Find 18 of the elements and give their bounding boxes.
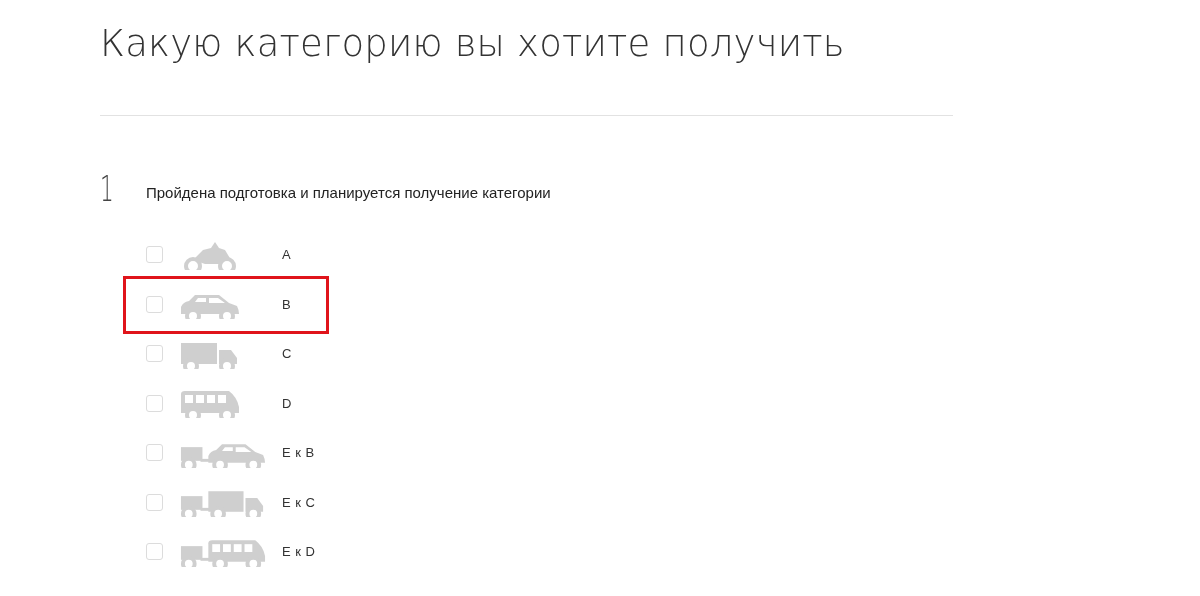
category-label: B xyxy=(282,296,292,312)
question-number: 1 xyxy=(100,167,115,209)
checkbox[interactable] xyxy=(146,295,163,313)
checkbox[interactable] xyxy=(146,543,163,561)
category-label: E к D xyxy=(282,544,316,560)
checkbox[interactable] xyxy=(146,493,163,511)
question-text: Пройдена подготовка и планируется получение категории xyxy=(146,183,551,201)
checkbox[interactable] xyxy=(146,444,163,462)
category-label: E к C xyxy=(282,494,316,510)
category-label: E к B xyxy=(282,445,315,461)
checkbox[interactable] xyxy=(146,394,163,412)
checkbox[interactable] xyxy=(146,345,163,363)
bus-icon xyxy=(179,388,241,419)
category-label: A xyxy=(282,247,292,263)
page-title: Какую категорию вы хотите получить xyxy=(100,22,846,65)
category-label: C xyxy=(282,346,292,362)
category-label: D xyxy=(282,395,292,411)
checkbox[interactable] xyxy=(146,246,163,264)
